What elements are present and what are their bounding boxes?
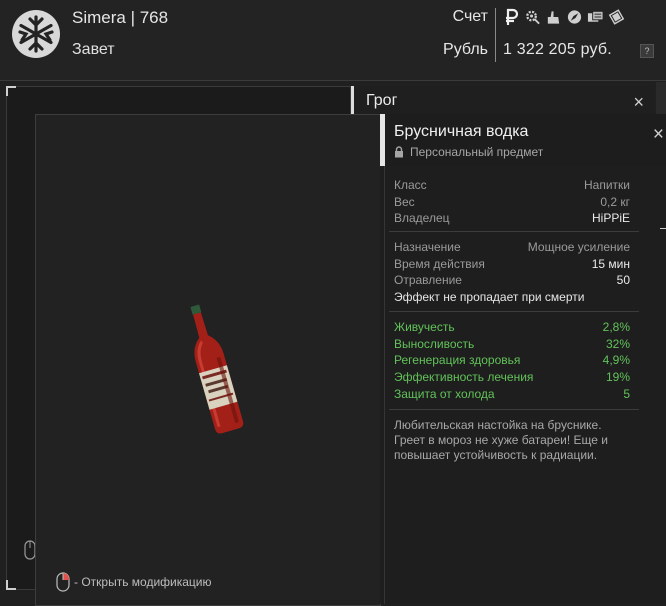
info-row-class: Класс Напитки bbox=[394, 178, 630, 192]
gear-icon[interactable] bbox=[524, 8, 541, 26]
stats-section: Живучесть 2,8% Выносливость 32% Регенераци… bbox=[394, 319, 630, 402]
item-preview-panel: - Открыть модификацию bbox=[35, 114, 381, 606]
lock-icon bbox=[395, 146, 403, 158]
stat-row: Регенерация здоровья 4,9% bbox=[394, 353, 630, 368]
help-button[interactable]: ? bbox=[640, 44, 654, 58]
currency-label: Рубль bbox=[443, 41, 488, 58]
top-bar: Simera | 768 Завет Счет Рубль 1 322 205 … bbox=[0, 0, 666, 80]
item-details: Класс Напитки Вес 0,2 кг Владелец HiPPiE На… bbox=[384, 166, 666, 604]
grog-window-title: Грог bbox=[366, 92, 398, 109]
topbar-divider bbox=[0, 80, 666, 81]
open-modification-text: - Открыть модификацию bbox=[74, 575, 212, 589]
section-divider bbox=[389, 311, 639, 312]
scrollbar-handle[interactable] bbox=[660, 228, 666, 229]
panel-corner-mark bbox=[6, 580, 16, 590]
item-name: Брусничная водка bbox=[394, 123, 529, 140]
effect-row-poison: Отравление 50 bbox=[394, 273, 630, 288]
item-description: Любительская настойка на бруснике. Греет… bbox=[394, 418, 608, 462]
item-subtitle: Персональный предмет bbox=[394, 145, 543, 159]
effect-row-duration: Время действия 15 мин bbox=[394, 256, 630, 271]
hand-icon[interactable] bbox=[545, 8, 562, 26]
balance-value: 1 322 205 руб. bbox=[503, 41, 612, 58]
header-divider bbox=[495, 8, 496, 62]
section-divider bbox=[389, 231, 639, 232]
stat-row: Эффективность лечения 19% bbox=[394, 370, 630, 385]
effect-note: Эффект не пропадает при смерти bbox=[394, 290, 585, 305]
section-divider bbox=[389, 409, 639, 410]
player-name: Simera | 768 bbox=[72, 8, 169, 27]
info-row-weight: Вес 0,2 кг bbox=[394, 194, 630, 209]
stat-row: Живучесть 2,8% bbox=[394, 320, 630, 334]
item-info-panel: Брусничная водка Персональный предмет × … bbox=[380, 114, 666, 604]
close-icon[interactable]: × bbox=[653, 124, 664, 146]
ticket-icon[interactable] bbox=[608, 8, 625, 26]
faction-logo-icon bbox=[12, 10, 60, 58]
effect-section: Назначение Мощное усиление Время действия… bbox=[394, 239, 630, 306]
compass-icon[interactable] bbox=[566, 8, 583, 26]
basic-info-section: Класс Напитки Вес 0,2 кг Владелец HiPPiE bbox=[394, 177, 630, 227]
stat-row: Выносливость 32% bbox=[394, 336, 630, 351]
effect-row-purpose: Назначение Мощное усиление bbox=[394, 240, 630, 254]
faction-name: Завет bbox=[72, 41, 115, 58]
mouse-right-click-icon bbox=[56, 572, 70, 592]
panel-corner-mark bbox=[6, 86, 16, 96]
personal-item-label: Персональный предмет bbox=[410, 145, 544, 159]
stat-row: Защита от холода 5 bbox=[394, 386, 630, 401]
close-icon[interactable]: × bbox=[633, 92, 644, 113]
info-row-owner: Владелец HiPPiE bbox=[394, 211, 630, 226]
ruble-icon[interactable] bbox=[503, 8, 520, 26]
account-label: Счет bbox=[452, 8, 488, 25]
open-modification-hint: - Открыть модификацию bbox=[56, 572, 212, 592]
currency-selector bbox=[503, 8, 625, 26]
item-header: Брусничная водка Персональный предмет × bbox=[380, 114, 666, 166]
stamps-icon[interactable] bbox=[587, 8, 604, 26]
vodka-bottle-image bbox=[190, 304, 244, 434]
